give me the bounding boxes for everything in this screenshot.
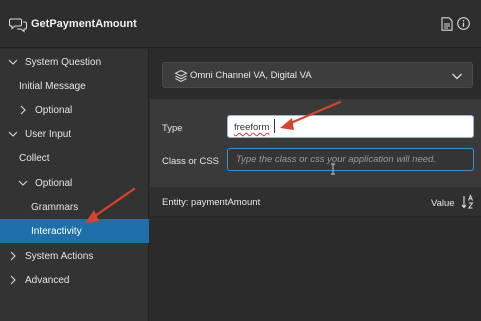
chevron-down-icon [8, 59, 18, 65]
chevron-right-icon [10, 251, 16, 261]
chat-bubbles-icon [9, 18, 27, 33]
class-css-label: Class or CSS [162, 156, 220, 167]
type-label: Type [162, 123, 183, 134]
chevron-down-icon [8, 131, 18, 137]
sidebar-item-label: System Question [25, 56, 102, 68]
sidebar-item-label: Optional [35, 177, 73, 189]
sort-icon[interactable] [461, 194, 475, 210]
chevron-down-icon [18, 180, 28, 186]
sidebar-item-label: Grammars [31, 201, 79, 213]
info-icon[interactable] [457, 17, 470, 30]
sidebar: System Question Initial Message Optional… [0, 49, 149, 321]
document-icon[interactable] [441, 17, 453, 31]
sidebar-item-advanced[interactable]: Advanced [0, 268, 149, 292]
sidebar-item-label: Interactivity [31, 225, 82, 237]
sidebar-item-label: Collect [19, 152, 50, 164]
sidebar-item-label: Optional [35, 104, 73, 116]
class-css-input[interactable] [227, 148, 474, 171]
chevron-right-icon [10, 275, 16, 285]
main-panel: Omni Channel VA, Digital VA Type freefor… [150, 49, 481, 321]
sidebar-item-label: Advanced [25, 274, 70, 286]
layers-icon [174, 69, 188, 82]
sidebar-item-user-input[interactable]: User Input [0, 122, 149, 146]
channel-dropdown[interactable]: Omni Channel VA, Digital VA [162, 62, 473, 88]
sidebar-item-collect[interactable]: Collect [0, 146, 149, 170]
sidebar-item-grammars[interactable]: Grammars [0, 195, 149, 219]
value-column-header[interactable]: Value [431, 198, 455, 209]
sidebar-item-initial-message[interactable]: Initial Message [0, 74, 149, 98]
sidebar-item-system-actions[interactable]: System Actions [0, 244, 149, 268]
sidebar-item-optional-2[interactable]: Optional [0, 171, 149, 195]
sidebar-item-system-question[interactable]: System Question [0, 50, 149, 74]
sidebar-item-label: Initial Message [19, 80, 86, 92]
chevron-down-icon [452, 73, 462, 80]
properties-panel: Type freeform Class or CSS [150, 99, 481, 187]
sidebar-item-label: System Actions [25, 250, 94, 262]
sidebar-item-optional-1[interactable]: Optional [0, 98, 149, 122]
sidebar-item-label: User Input [25, 128, 72, 140]
page-title: GetPaymentAmount [31, 18, 137, 30]
entity-label: Entity: paymentAmount [162, 197, 261, 208]
entity-header-row: Entity: paymentAmount Value [150, 187, 481, 217]
chevron-right-icon [20, 105, 26, 115]
title-bar: GetPaymentAmount [0, 0, 481, 48]
type-input[interactable] [227, 115, 474, 138]
sidebar-item-interactivity[interactable]: Interactivity [0, 219, 149, 243]
channel-dropdown-label: Omni Channel VA, Digital VA [190, 70, 312, 81]
